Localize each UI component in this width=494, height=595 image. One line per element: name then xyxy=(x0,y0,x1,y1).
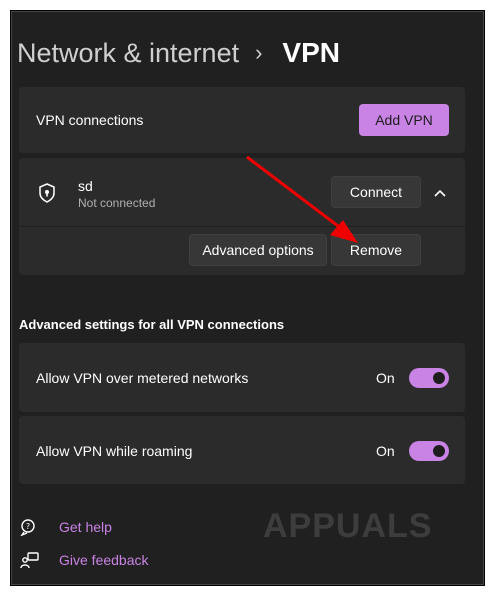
feedback-icon xyxy=(19,550,41,570)
toggle-state-roaming: On xyxy=(376,443,395,459)
appuals-watermark: APPUALS xyxy=(263,506,433,545)
breadcrumb-network[interactable]: Network & internet xyxy=(17,38,239,69)
setting-label-roaming: Allow VPN while roaming xyxy=(36,443,193,459)
svg-text:?: ? xyxy=(26,522,30,531)
vpn-connection-item[interactable]: sd Not connected Connect xyxy=(19,158,465,226)
breadcrumb: Network & internet › VPN xyxy=(17,33,340,73)
give-feedback-text[interactable]: Give feedback xyxy=(59,552,149,568)
chevron-up-icon[interactable] xyxy=(433,185,447,203)
advanced-options-button[interactable]: Advanced options xyxy=(189,234,327,266)
vpn-connection-actions: Advanced options Remove xyxy=(19,227,465,275)
toggle-knob xyxy=(433,372,445,384)
advanced-settings-heading: Advanced settings for all VPN connection… xyxy=(19,317,285,332)
connect-button[interactable]: Connect xyxy=(331,176,421,208)
add-vpn-button[interactable]: Add VPN xyxy=(359,104,449,136)
toggle-metered[interactable] xyxy=(409,368,449,388)
vpn-connection-name: sd xyxy=(78,178,93,194)
shield-lock-icon xyxy=(38,183,56,208)
settings-window: Network & internet › VPN VPN connections… xyxy=(10,10,485,586)
vpn-connection-status: Not connected xyxy=(78,196,156,210)
get-help-text[interactable]: Get help xyxy=(59,519,112,535)
page-title: VPN xyxy=(282,37,340,68)
remove-button[interactable]: Remove xyxy=(331,234,421,266)
setting-row-roaming: Allow VPN while roaming On xyxy=(19,416,465,484)
vpn-connections-label: VPN connections xyxy=(36,112,144,128)
help-icon: ? xyxy=(19,517,41,537)
toggle-state-metered: On xyxy=(376,370,395,386)
toggle-roaming[interactable] xyxy=(409,441,449,461)
vpn-connections-card: VPN connections Add VPN xyxy=(19,87,465,153)
breadcrumb-separator: › xyxy=(255,40,263,65)
give-feedback-link[interactable]: Give feedback xyxy=(19,550,149,570)
setting-label-metered: Allow VPN over metered networks xyxy=(36,370,249,386)
toggle-knob xyxy=(433,445,445,457)
get-help-link[interactable]: ? Get help xyxy=(19,517,112,537)
setting-row-metered: Allow VPN over metered networks On xyxy=(19,343,465,412)
